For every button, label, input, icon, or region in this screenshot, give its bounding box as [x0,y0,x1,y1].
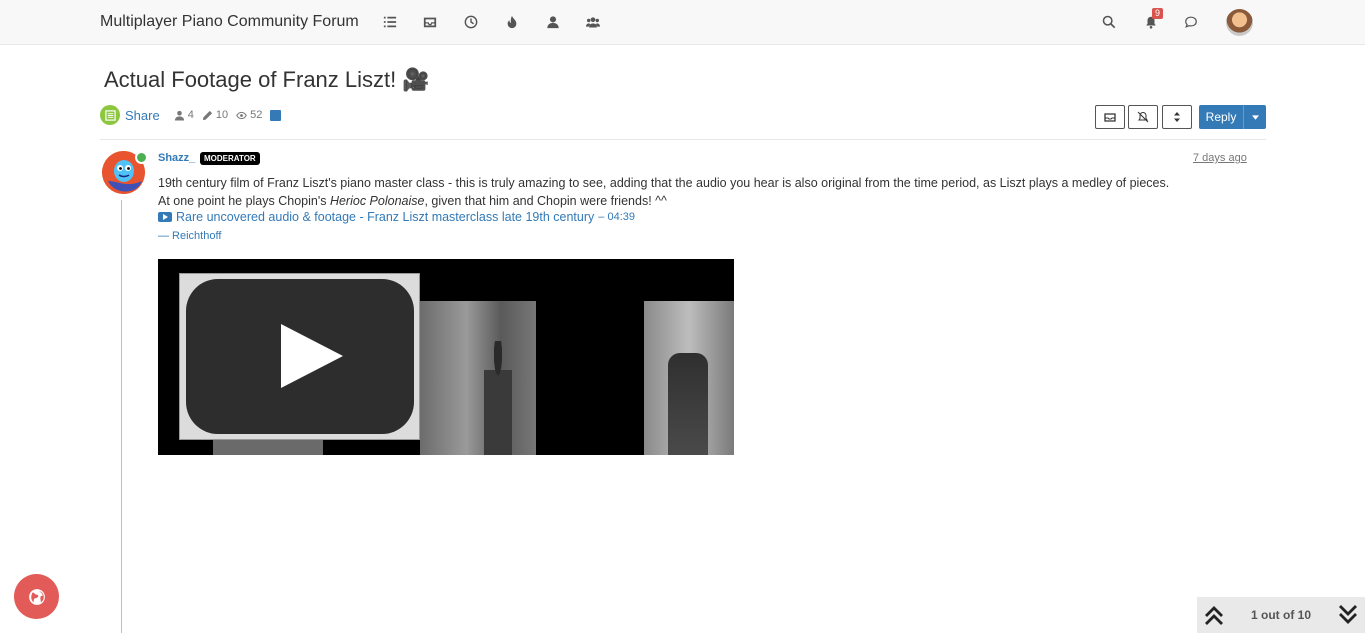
forum-brand[interactable]: Multiplayer Piano Community Forum [100,13,359,31]
clock-icon[interactable] [463,14,479,30]
post-pagination: 1 out of 10 [1197,597,1365,633]
sort-button[interactable] [1162,105,1192,129]
notification-badge: 9 [1152,8,1164,19]
reply-dropdown-caret[interactable] [1243,105,1266,129]
topic-meta: Share 4 10 52 [100,105,282,125]
double-chevron-down-icon[interactable] [1336,603,1360,627]
search-icon[interactable] [1101,14,1117,30]
video-duration: – 04:39 [598,211,635,223]
post-paragraph-1: 19th century film of Franz Liszt's piano… [158,176,1170,190]
youtube-thumbnail[interactable] [179,273,420,440]
list-icon[interactable] [382,14,398,30]
share-link[interactable]: Share [125,108,160,123]
film-frame-2 [644,301,734,455]
views-stat: 52 [236,109,262,121]
top-navbar: Multiplayer Piano Community Forum 9 [0,0,1365,45]
views-count: 52 [250,109,263,121]
reply-button[interactable]: Reply [1199,105,1266,129]
post-content: 19th century film of Franz Liszt's piano… [158,174,1238,210]
posts-count: 10 [215,109,229,121]
eye-icon [236,111,247,119]
posters-count: 4 [187,109,194,121]
double-chevron-up-icon[interactable] [1202,603,1226,627]
post-paragraph-2: At one point he plays Chopin's Herioc Po… [158,194,667,208]
film-frame-bottom [213,439,323,455]
rss-icon[interactable] [270,109,282,121]
online-status-dot [135,151,148,164]
inbox-icon [1104,113,1116,122]
globe-icon [28,588,45,605]
users-icon[interactable] [585,14,601,30]
fire-icon[interactable] [504,14,520,30]
pagination-label: 1 out of 10 [1250,608,1311,622]
film-frame-1 [420,301,536,455]
topic-title: Actual Footage of Franz Liszt! 🎥 [104,67,430,92]
posters-stat: 4 [174,109,194,121]
posts-stat: 10 [202,109,228,121]
language-fab[interactable] [14,574,59,619]
pencil-icon [202,110,212,120]
moderator-badge: MODERATOR [200,152,260,165]
sort-icon [1174,112,1180,122]
user-avatar[interactable] [1226,9,1253,36]
watch-button[interactable] [1128,105,1158,129]
header-divider [100,139,1266,140]
piece-title: Herioc Polonaise [329,194,425,208]
video-link-title[interactable]: Rare uncovered audio & footage - Franz L… [176,210,594,224]
reply-label: Reply [1205,110,1237,124]
video-link[interactable]: Rare uncovered audio & footage - Franz L… [158,210,635,224]
post-timestamp[interactable]: 7 days ago [1193,152,1247,164]
share-icon[interactable] [100,105,120,125]
video-author[interactable]: — Reichthoff [158,230,221,242]
inbox-icon[interactable] [422,14,438,30]
post-timeline [121,200,122,633]
bell-slash-icon [1137,111,1149,123]
youtube-icon [158,212,172,222]
play-button[interactable] [186,279,414,434]
user-icon[interactable] [545,14,561,30]
chat-icon[interactable] [1183,14,1199,30]
video-embed[interactable] [158,259,734,455]
poster-icon [174,110,184,121]
caret-down-icon [1251,114,1259,120]
inbox-toggle-button[interactable] [1095,105,1125,129]
play-icon [281,324,343,388]
post-username[interactable]: Shazz_ [158,152,195,164]
